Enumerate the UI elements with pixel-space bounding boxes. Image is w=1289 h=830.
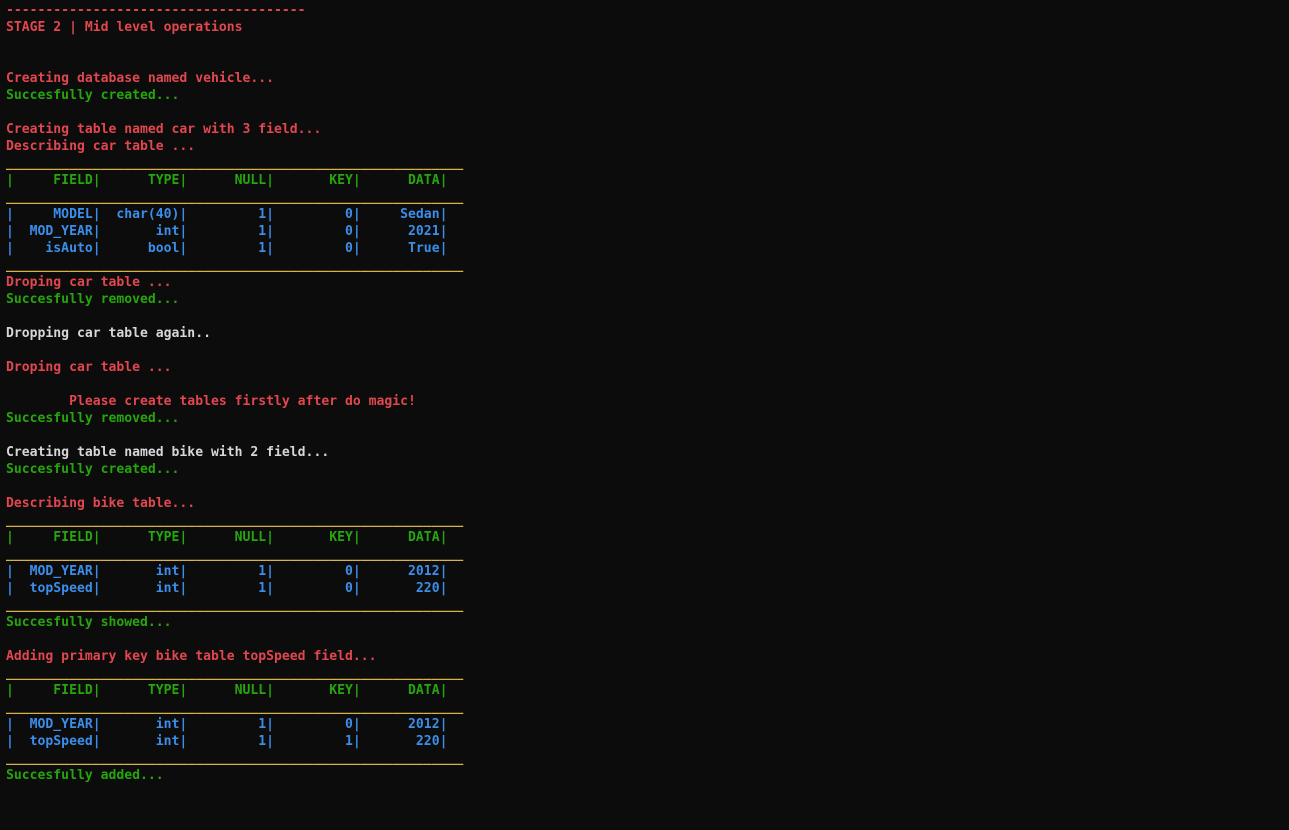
- terminal-output[interactable]: -------------------------------------- ST…: [6, 2, 1276, 822]
- terminal-line: ________________________________________…: [6, 598, 464, 613]
- terminal-line: Succesfully removed...: [6, 411, 180, 426]
- terminal-line: ________________________________________…: [6, 258, 464, 273]
- terminal-line: Succesfully created...: [6, 462, 180, 477]
- terminal-line: Describing bike table...: [6, 496, 196, 511]
- terminal-line: Succesfully showed...: [6, 615, 172, 630]
- terminal-line: --------------------------------------: [6, 3, 306, 18]
- terminal-line: | MOD_YEAR| int| 1| 0| 2021|: [6, 224, 448, 239]
- terminal-line: | topSpeed| int| 1| 0| 220|: [6, 581, 448, 596]
- terminal-line: | isAuto| bool| 1| 0| True|: [6, 241, 448, 256]
- terminal-line: Droping car table ...: [6, 275, 172, 290]
- terminal-line: Creating table named bike with 2 field..…: [6, 445, 330, 460]
- terminal-line: ________________________________________…: [6, 666, 464, 681]
- terminal-line: Dropping car table again..: [6, 326, 211, 341]
- terminal-line: | topSpeed| int| 1| 1| 220|: [6, 734, 448, 749]
- terminal-line: STAGE 2 | Mid level operations: [6, 20, 243, 35]
- terminal-line: Succesfully removed...: [6, 292, 180, 307]
- terminal-line: Creating table named car with 3 field...: [6, 122, 322, 137]
- terminal-line: ________________________________________…: [6, 700, 464, 715]
- terminal-line: Please create tables firstly after do ma…: [6, 394, 416, 409]
- terminal-line: Droping car table ...: [6, 360, 172, 375]
- terminal-line: | MODEL| char(40)| 1| 0| Sedan|: [6, 207, 448, 222]
- terminal-line: Succesfully created...: [6, 88, 180, 103]
- terminal-line: | MOD_YEAR| int| 1| 0| 2012|: [6, 717, 448, 732]
- terminal-line: | FIELD| TYPE| NULL| KEY| DATA|: [6, 683, 448, 698]
- terminal-line: | MOD_YEAR| int| 1| 0| 2012|: [6, 564, 448, 579]
- terminal-line: ________________________________________…: [6, 190, 464, 205]
- terminal-line: ________________________________________…: [6, 547, 464, 562]
- terminal-line: Succesfully added...: [6, 768, 164, 783]
- terminal-line: ________________________________________…: [6, 513, 464, 528]
- terminal-line: | FIELD| TYPE| NULL| KEY| DATA|: [6, 173, 448, 188]
- terminal-line: Creating database named vehicle...: [6, 71, 275, 86]
- terminal-line: Describing car table ...: [6, 139, 196, 154]
- terminal-line: Adding primary key bike table topSpeed f…: [6, 649, 377, 664]
- terminal-line: ________________________________________…: [6, 156, 464, 171]
- terminal-line: ________________________________________…: [6, 751, 464, 766]
- terminal-line: | FIELD| TYPE| NULL| KEY| DATA|: [6, 530, 448, 545]
